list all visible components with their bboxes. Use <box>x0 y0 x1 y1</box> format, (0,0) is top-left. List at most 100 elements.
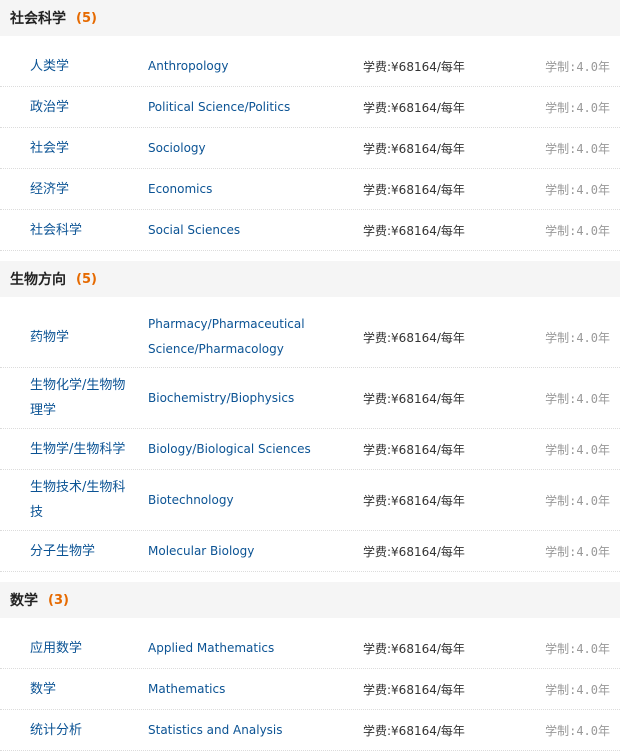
category-section: 社会科学 (5) 人类学 Anthropology 学费:¥68164/每年 学制:4.0… <box>0 0 620 261</box>
tuition-value: ¥68164/每年 <box>391 682 465 697</box>
major-row: 应用数学 Applied Mathematics 学费:¥68164/每年 学制:4.… <box>0 628 620 669</box>
major-row: 社会学 Sociology 学费:¥68164/每年 学制:4.0年 <box>0 128 620 169</box>
major-name-en-link[interactable]: Applied Mathematics <box>148 636 348 661</box>
duration-value: 4.0年 <box>576 493 610 508</box>
major-name-en-link[interactable]: Political Science/Politics <box>148 95 348 120</box>
major-name-en-link[interactable]: Statistics and Analysis <box>148 718 348 743</box>
duration-value: 4.0年 <box>576 544 610 559</box>
major-row: 政治学 Political Science/Politics 学费:¥68164/每… <box>0 87 620 128</box>
tuition-label: 学费: <box>363 141 392 156</box>
program-duration: 学制:4.0年 <box>545 390 610 407</box>
major-list: 社会科学 (5) 人类学 Anthropology 学费:¥68164/每年 学制:4.0… <box>0 0 620 751</box>
program-duration: 学制:4.0年 <box>545 681 610 698</box>
major-name-cn-link[interactable]: 生物技术/生物科技 <box>30 475 138 525</box>
tuition-fee: 学费:¥68164/每年 <box>363 140 465 157</box>
tuition-value: ¥68164/每年 <box>391 544 465 559</box>
major-name-cn-link[interactable]: 数学 <box>30 677 138 702</box>
program-duration: 学制:4.0年 <box>545 441 610 458</box>
tuition-value: ¥68164/每年 <box>391 493 465 508</box>
duration-label: 学制: <box>545 641 577 656</box>
duration-label: 学制: <box>545 223 577 238</box>
duration-value: 4.0年 <box>576 641 610 656</box>
duration-value: 4.0年 <box>576 442 610 457</box>
category-header: 社会科学 (5) <box>0 0 620 36</box>
major-name-en-link[interactable]: Social Sciences <box>148 218 348 243</box>
duration-value: 4.0年 <box>576 223 610 238</box>
tuition-value: ¥68164/每年 <box>391 182 465 197</box>
tuition-fee: 学费:¥68164/每年 <box>363 640 465 657</box>
tuition-value: ¥68164/每年 <box>391 141 465 156</box>
major-row: 数学 Mathematics 学费:¥68164/每年 学制:4.0年 <box>0 669 620 710</box>
program-duration: 学制:4.0年 <box>545 722 610 739</box>
duration-label: 学制: <box>545 442 577 457</box>
tuition-value: ¥68164/每年 <box>391 442 465 457</box>
tuition-label: 学费: <box>363 182 392 197</box>
tuition-label: 学费: <box>363 723 392 738</box>
tuition-label: 学费: <box>363 330 392 345</box>
major-name-cn-link[interactable]: 应用数学 <box>30 636 138 661</box>
program-duration: 学制:4.0年 <box>545 543 610 560</box>
major-name-cn-link[interactable]: 社会学 <box>30 136 138 161</box>
program-duration: 学制:4.0年 <box>545 640 610 657</box>
duration-label: 学制: <box>545 59 577 74</box>
duration-label: 学制: <box>545 141 577 156</box>
category-count: (5) <box>76 271 97 287</box>
duration-label: 学制: <box>545 544 577 559</box>
major-name-en-link[interactable]: Biotechnology <box>148 488 348 513</box>
major-name-cn-link[interactable]: 生物学/生物科学 <box>30 437 138 462</box>
major-name-cn-link[interactable]: 人类学 <box>30 54 138 79</box>
major-name-en-link[interactable]: Mathematics <box>148 677 348 702</box>
tuition-fee: 学费:¥68164/每年 <box>363 181 465 198</box>
tuition-fee: 学费:¥68164/每年 <box>363 390 465 407</box>
major-name-cn-link[interactable]: 经济学 <box>30 177 138 202</box>
major-name-cn-link[interactable]: 社会科学 <box>30 218 138 243</box>
major-name-en-link[interactable]: Anthropology <box>148 54 348 79</box>
major-row: 统计分析 Statistics and Analysis 学费:¥68164/每年学… <box>0 710 620 751</box>
program-duration: 学制:4.0年 <box>545 329 610 346</box>
tuition-label: 学费: <box>363 493 392 508</box>
duration-value: 4.0年 <box>576 59 610 74</box>
category-section: 数学 (3) 应用数学 Applied Mathematics 学费:¥68164/每年… <box>0 582 620 751</box>
major-name-en-link[interactable]: Pharmacy/Pharmaceutical Science/Pharmaco… <box>148 312 348 362</box>
major-name-en-link[interactable]: Biology/Biological Sciences <box>148 437 348 462</box>
duration-value: 4.0年 <box>576 100 610 115</box>
duration-label: 学制: <box>545 723 577 738</box>
tuition-fee: 学费:¥68164/每年 <box>363 329 465 346</box>
tuition-value: ¥68164/每年 <box>391 641 465 656</box>
major-name-cn-link[interactable]: 生物化学/生物物理学 <box>30 373 138 423</box>
major-name-en-link[interactable]: Economics <box>148 177 348 202</box>
major-name-en-link[interactable]: Sociology <box>148 136 348 161</box>
major-name-en-link[interactable]: Biochemistry/Biophysics <box>148 386 348 411</box>
tuition-label: 学费: <box>363 641 392 656</box>
tuition-fee: 学费:¥68164/每年 <box>363 58 465 75</box>
duration-value: 4.0年 <box>576 682 610 697</box>
major-name-cn-link[interactable]: 政治学 <box>30 95 138 120</box>
program-duration: 学制:4.0年 <box>545 181 610 198</box>
category-title: 生物方向 <box>10 272 66 288</box>
tuition-fee: 学费:¥68164/每年 <box>363 441 465 458</box>
category-section: 生物方向 (5) 药物学 Pharmacy/Pharmaceutical Scienc… <box>0 261 620 582</box>
category-count: (5) <box>76 10 97 26</box>
tuition-label: 学费: <box>363 223 392 238</box>
major-name-cn-link[interactable]: 统计分析 <box>30 718 138 743</box>
major-row: 药物学 Pharmacy/Pharmaceutical Science/Pharm… <box>0 307 620 368</box>
duration-value: 4.0年 <box>576 391 610 406</box>
duration-label: 学制: <box>545 391 577 406</box>
major-row: 生物技术/生物科技 Biotechnology 学费:¥68164/每年 学制:4.0… <box>0 470 620 531</box>
tuition-value: ¥68164/每年 <box>391 59 465 74</box>
duration-label: 学制: <box>545 493 577 508</box>
tuition-fee: 学费:¥68164/每年 <box>363 492 465 509</box>
tuition-label: 学费: <box>363 682 392 697</box>
program-duration: 学制:4.0年 <box>545 492 610 509</box>
major-name-cn-link[interactable]: 分子生物学 <box>30 539 138 564</box>
major-row: 经济学 Economics 学费:¥68164/每年 学制:4.0年 <box>0 169 620 210</box>
tuition-value: ¥68164/每年 <box>391 391 465 406</box>
major-name-en-link[interactable]: Molecular Biology <box>148 539 348 564</box>
program-duration: 学制:4.0年 <box>545 140 610 157</box>
major-row: 生物学/生物科学 Biology/Biological Sciences 学费:¥6… <box>0 429 620 470</box>
major-name-cn-link[interactable]: 药物学 <box>30 325 138 350</box>
